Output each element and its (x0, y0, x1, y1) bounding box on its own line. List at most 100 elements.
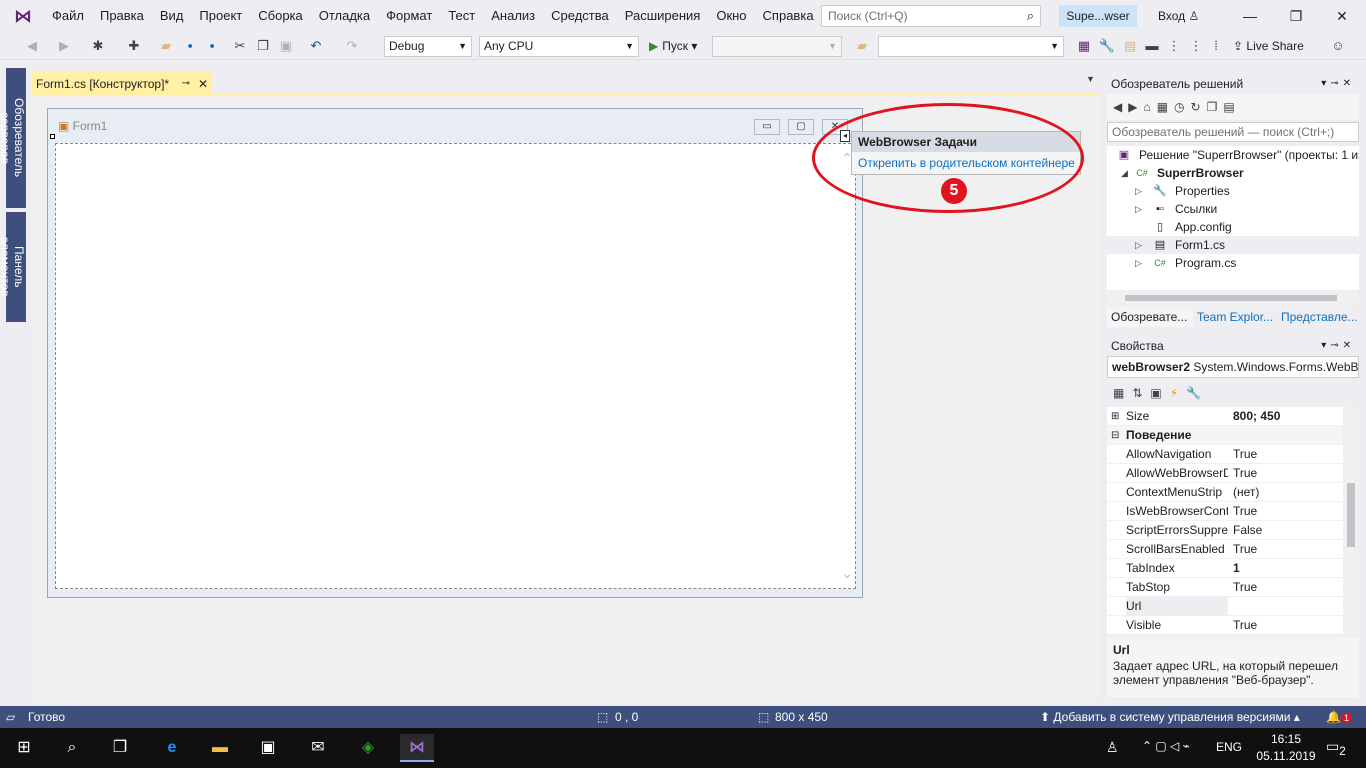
scroll-thumb[interactable] (1347, 483, 1355, 547)
property-row[interactable]: ScriptErrorsSuppressed False (1107, 521, 1343, 540)
events-icon[interactable]: ⚡ (1170, 386, 1186, 400)
search-icon[interactable]: ⌕ (58, 734, 86, 762)
menu-edit[interactable]: Правка (92, 0, 152, 32)
cut-icon[interactable]: ✂ (230, 36, 250, 56)
pin-icon[interactable]: ⊸ (182, 74, 190, 94)
minimize-button[interactable]: — (1227, 0, 1273, 32)
find-in-files-icon[interactable]: ▰ (852, 36, 872, 56)
property-grid-scrollbar[interactable] (1343, 407, 1359, 635)
solution-name-badge[interactable]: Supe...wser (1059, 5, 1137, 27)
mail-icon[interactable]: ✉ (304, 734, 332, 762)
people-icon[interactable]: ♙ (1106, 739, 1119, 756)
menu-extensions[interactable]: Расширения (617, 0, 709, 32)
search-input[interactable]: Поиск (Ctrl+Q) ⌕ (821, 5, 1041, 27)
restore-button[interactable]: ❐ (1273, 0, 1319, 32)
property-value[interactable]: False (1233, 521, 1341, 540)
tree-item-properties[interactable]: ▷ 🔧 Properties (1107, 182, 1359, 200)
menu-tools[interactable]: Средства (543, 0, 617, 32)
property-row-size[interactable]: ⊞ Size 800; 450 (1107, 407, 1343, 426)
property-value[interactable]: 800; 450 (1233, 407, 1341, 426)
toolbox-icon[interactable]: ▤ (1120, 36, 1140, 56)
solution-explorer-search-input[interactable]: Обозреватель решений — поиск (Ctrl+;) (1107, 122, 1359, 142)
paste-icon[interactable]: ▣ (276, 36, 296, 56)
property-pages-icon[interactable]: 🔧 (1186, 386, 1209, 400)
close-button[interactable]: ✕ (1319, 0, 1365, 32)
file-explorer-icon[interactable]: ▬ (206, 734, 234, 762)
save-all-icon[interactable]: ▪ (202, 36, 222, 56)
expand-arrow-icon[interactable]: ▷ (1135, 236, 1142, 254)
property-row[interactable]: AllowWebBrowserDrop True (1107, 464, 1343, 483)
categorized-icon[interactable]: ▦ (1113, 386, 1132, 400)
expand-plus-icon[interactable]: ⊞ (1111, 407, 1119, 426)
property-row[interactable]: TabStop True (1107, 578, 1343, 597)
tab-class-view[interactable]: Представле... (1277, 307, 1359, 327)
toolbox-tab[interactable]: Панель элементов (0, 212, 26, 322)
platform-dropdown[interactable]: Any CPU ▼ (479, 36, 639, 57)
menu-help[interactable]: Справка (755, 0, 822, 32)
tab-order-icon[interactable]: ⋮ (1164, 36, 1184, 56)
property-value[interactable]: True (1233, 445, 1341, 464)
new-project-icon[interactable]: ✱ (88, 36, 108, 56)
panel-controls-icon[interactable]: ▾⊸✕ (1321, 336, 1355, 356)
tree-item-references[interactable]: ▷ ▪▫ Ссылки (1107, 200, 1359, 218)
app-icon[interactable]: ◈ (354, 734, 382, 762)
property-value[interactable]: True (1233, 540, 1341, 559)
open-folder-icon[interactable]: ▰ (156, 36, 176, 56)
property-row[interactable]: TabIndex 1 (1107, 559, 1343, 578)
expand-arrow-icon[interactable]: ▷ (1135, 182, 1142, 200)
property-row[interactable]: ContextMenuStrip (нет) (1107, 483, 1343, 502)
tab-form1-designer[interactable]: Form1.cs [Конструктор]* ⊸ ✕ (32, 72, 212, 94)
start-button[interactable]: ▶ Пуск ▾ (649, 36, 697, 56)
expand-arrow-icon[interactable]: ▷ (1135, 200, 1142, 218)
tray-icons[interactable]: ⌃ ▢ ◁ ⌁ (1142, 739, 1190, 753)
property-row-url[interactable]: Url (1107, 597, 1343, 616)
property-value[interactable]: 1 (1233, 559, 1341, 578)
forward-icon[interactable]: ▶ (54, 36, 74, 56)
language-indicator[interactable]: ENG (1216, 740, 1242, 754)
layout-icon[interactable]: ▦ (1074, 36, 1094, 56)
startup-item-dropdown[interactable]: ▼ (712, 36, 842, 57)
find-dropdown[interactable]: ▼ (878, 36, 1064, 57)
menu-project[interactable]: Проект (191, 0, 250, 32)
property-value[interactable]: True (1233, 616, 1341, 635)
undo-icon[interactable]: ↶ (306, 36, 326, 56)
back-icon[interactable]: ◀ (1113, 100, 1128, 114)
property-category-behavior[interactable]: ⊟ Поведение (1107, 426, 1343, 445)
store-icon[interactable]: ▣ (254, 734, 282, 762)
tree-item-form1[interactable]: ▷ ▤ Form1.cs (1107, 236, 1359, 254)
feedback-icon[interactable]: ☺ (1328, 36, 1348, 56)
grid-icon[interactable]: ⁞ (1206, 36, 1226, 56)
menu-test[interactable]: Тест (440, 0, 483, 32)
history-icon[interactable]: ◷ (1174, 100, 1190, 114)
refresh-icon[interactable]: ↻ (1191, 100, 1207, 114)
login-button[interactable]: Вход ♙ (1158, 0, 1199, 32)
notifications-bell-icon[interactable]: 🔔 1 (1326, 706, 1352, 729)
property-row[interactable]: Visible True (1107, 616, 1343, 635)
close-icon[interactable]: ✕ (198, 74, 208, 94)
server-explorer-tab[interactable]: Обозреватель серверов (0, 68, 26, 208)
property-value[interactable]: True (1233, 578, 1341, 597)
action-center-icon[interactable]: ▭2 (1326, 738, 1346, 758)
alphabetical-icon[interactable]: ⇅ (1132, 386, 1150, 400)
live-share-button[interactable]: ⇪ Live Share (1233, 36, 1304, 56)
windows-start-icon[interactable]: ⊞ (10, 734, 38, 762)
tab-team-explorer[interactable]: Team Explor... (1193, 307, 1277, 327)
back-icon[interactable]: ◀ (22, 36, 42, 56)
save-icon[interactable]: ▪ (180, 36, 200, 56)
object-selector-dropdown[interactable]: webBrowser2 System.Windows.Forms.WebBrow… (1107, 356, 1359, 378)
tree-item-project[interactable]: ◢ C# SuperrBrowser (1107, 164, 1359, 182)
tree-item-program[interactable]: ▷ C# Program.cs (1107, 254, 1359, 272)
tab-list-dropdown-icon[interactable]: ▼ (1086, 74, 1095, 84)
property-row[interactable]: ScrollBarsEnabled True (1107, 540, 1343, 559)
source-control-button[interactable]: ⬆ Добавить в систему управления версиями… (1040, 706, 1300, 728)
menu-format[interactable]: Формат (378, 0, 440, 32)
menu-build[interactable]: Сборка (250, 0, 311, 32)
home-icon[interactable]: ⌂ (1143, 100, 1156, 114)
properties-icon[interactable]: ▣ (1150, 386, 1169, 400)
copy-icon[interactable]: ❐ (253, 36, 273, 56)
add-item-icon[interactable]: ✚ (124, 36, 144, 56)
scroll-thumb[interactable] (1125, 295, 1337, 301)
collapse-icon[interactable]: ❐ (1207, 100, 1224, 114)
visual-studio-taskbar-icon[interactable]: ⋈ (400, 734, 434, 762)
menu-analyze[interactable]: Анализ (483, 0, 543, 32)
